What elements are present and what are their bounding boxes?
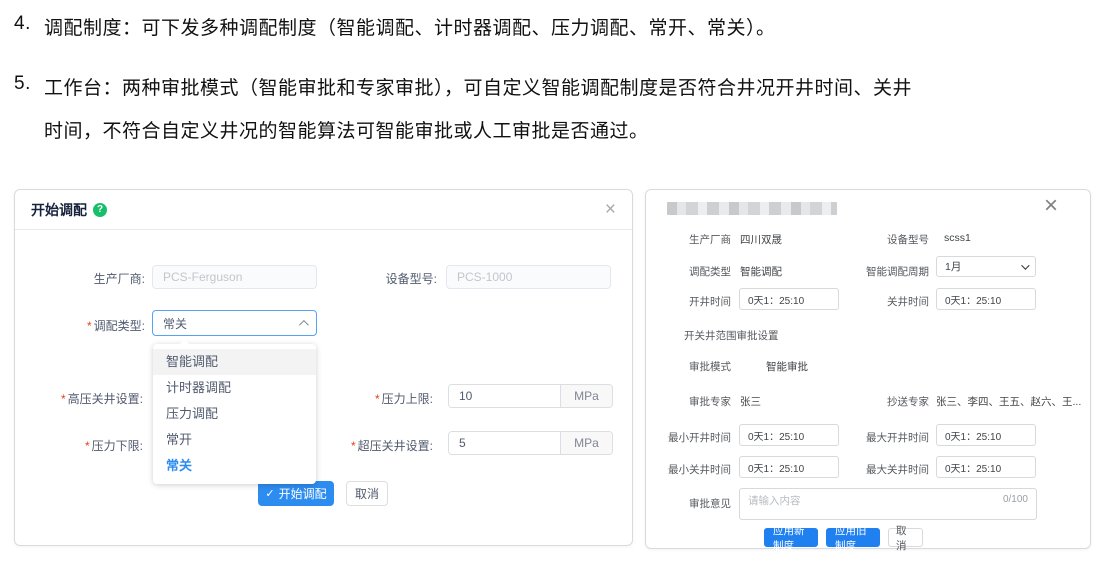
- open-time-input[interactable]: [739, 288, 839, 310]
- chevron-down-icon: [1021, 261, 1029, 269]
- pressure-upper-field: MPa: [448, 384, 613, 408]
- approval-expert-value: 张三: [740, 394, 761, 409]
- dropdown-option-always-closed[interactable]: 常关: [153, 453, 316, 479]
- check-icon: ✓: [265, 487, 274, 500]
- approval-comment-input[interactable]: [740, 489, 1036, 519]
- pressure-upper-label: *压力上限:: [303, 390, 433, 407]
- dropdown-option-smart[interactable]: 智能调配: [153, 349, 316, 375]
- doc-item-5: 5. 工作台：两种审批模式（智能审批和专家审批），可自定义智能调配制度是否符合井…: [14, 73, 912, 100]
- apply-new-policy-button[interactable]: 应用新制度: [764, 528, 818, 547]
- pressure-upper-input[interactable]: [449, 385, 560, 407]
- close-icon[interactable]: ×: [1044, 194, 1058, 218]
- dispatch-type-label: 调配类型: [646, 264, 731, 279]
- close-time-input[interactable]: [936, 288, 1036, 310]
- doc-item-5-text-line1: 工作台：两种审批模式（智能审批和专家审批），可自定义智能调配制度是否符合井况开井…: [44, 73, 912, 100]
- start-dispatch-button[interactable]: ✓ 开始调配: [258, 481, 334, 506]
- dialog-title: 开始调配: [31, 200, 87, 220]
- min-open-time-input[interactable]: [739, 424, 839, 446]
- approval-expert-label: 审批专家: [646, 394, 731, 409]
- doc-item-4-text: 调配制度：可下发多种调配制度（智能调配、计时器调配、压力调配、常开、常关）。: [44, 13, 776, 40]
- required-marker: *: [375, 392, 380, 406]
- help-icon[interactable]: ?: [93, 203, 107, 217]
- cancel-button[interactable]: 取 消: [888, 528, 923, 547]
- model-label: 设备型号: [826, 232, 929, 247]
- dialog-header: 开始调配 ? ×: [15, 190, 632, 230]
- max-close-time-label: 最大关井时间: [826, 462, 929, 477]
- manufacturer-input: [152, 265, 317, 289]
- cc-expert-label: 抄送专家: [826, 394, 929, 409]
- start-dispatch-dialog: 开始调配 ? × 生产厂商: 设备型号: *调配类型: 常关 *高压关井设置: …: [14, 189, 633, 546]
- approval-comment-field: 0/100: [739, 488, 1037, 520]
- cancel-button[interactable]: 取消: [346, 481, 388, 506]
- dispatch-type-value: 常关: [163, 315, 187, 332]
- required-marker: *: [87, 319, 92, 333]
- approval-comment-label: 审批意见: [646, 496, 731, 511]
- min-open-time-label: 最小开井时间: [646, 430, 731, 445]
- dispatch-type-dropdown: 智能调配 计时器调配 压力调配 常开 常关: [153, 344, 316, 484]
- apply-old-policy-button[interactable]: 应用旧制度: [826, 528, 880, 547]
- open-time-label: 开井时间: [646, 294, 731, 309]
- approval-dialog: × 生产厂商 四川双晟 设备型号 scss1 调配类型 智能调配 智能调配周期 …: [645, 189, 1091, 549]
- smart-cycle-select[interactable]: 1月: [936, 256, 1036, 277]
- min-close-time-input[interactable]: [739, 456, 839, 478]
- close-icon[interactable]: ×: [605, 200, 616, 219]
- dropdown-option-timer[interactable]: 计时器调配: [153, 375, 316, 401]
- redacted-title: [667, 202, 837, 215]
- required-marker: *: [85, 439, 90, 453]
- min-close-time-label: 最小关井时间: [646, 462, 731, 477]
- section-title: 开关井范围审批设置: [684, 328, 779, 343]
- close-time-label: 关井时间: [826, 294, 929, 309]
- start-dispatch-button-label: 开始调配: [279, 485, 327, 502]
- max-open-time-label: 最大开井时间: [826, 430, 929, 445]
- model-label: 设备型号:: [307, 270, 437, 287]
- doc-item-5-continued: 时间，不符合自定义井况的智能算法可智能审批或人工审批是否通过。: [44, 116, 649, 143]
- manufacturer-value: 四川双晟: [740, 232, 782, 247]
- dropdown-option-pressure[interactable]: 压力调配: [153, 401, 316, 427]
- model-input: [446, 265, 611, 289]
- pressure-lower-label: *压力下限:: [15, 437, 143, 454]
- dispatch-type-select[interactable]: 常关: [152, 310, 317, 336]
- approval-mode-label: 审批模式: [646, 359, 731, 374]
- smart-cycle-label: 智能调配周期: [826, 264, 929, 279]
- character-counter: 0/100: [1003, 494, 1028, 505]
- max-close-time-input[interactable]: [936, 456, 1036, 478]
- high-pressure-shutin-label: *高压关井设置:: [15, 390, 143, 407]
- overpressure-shutin-field: MPa: [448, 431, 613, 455]
- dropdown-option-always-open[interactable]: 常开: [153, 427, 316, 453]
- max-open-time-input[interactable]: [936, 424, 1036, 446]
- approval-mode-value: 智能审批: [766, 359, 808, 374]
- doc-item-4: 4. 调配制度：可下发多种调配制度（智能调配、计时器调配、压力调配、常开、常关）…: [14, 13, 776, 40]
- cc-expert-value: 张三、李四、王五、赵六、王...: [936, 394, 1081, 409]
- manufacturer-label: 生产厂商: [646, 232, 731, 247]
- overpressure-shutin-unit: MPa: [560, 432, 612, 454]
- doc-item-5-text-line2: 时间，不符合自定义井况的智能算法可智能审批或人工审批是否通过。: [44, 116, 649, 143]
- doc-item-5-number: 5.: [14, 73, 44, 100]
- dispatch-type-label: *调配类型:: [15, 317, 145, 334]
- pressure-upper-unit: MPa: [560, 385, 612, 407]
- overpressure-shutin-label: *超压关井设置:: [303, 437, 433, 454]
- required-marker: *: [61, 392, 66, 406]
- dispatch-type-value: 智能调配: [740, 264, 782, 279]
- overpressure-shutin-input[interactable]: [449, 432, 560, 454]
- manufacturer-label: 生产厂商:: [15, 270, 145, 287]
- smart-cycle-value: 1月: [945, 259, 961, 274]
- model-value: scss1: [944, 232, 971, 244]
- doc-item-4-number: 4.: [14, 13, 44, 40]
- required-marker: *: [351, 439, 356, 453]
- chevron-up-icon: [299, 319, 309, 329]
